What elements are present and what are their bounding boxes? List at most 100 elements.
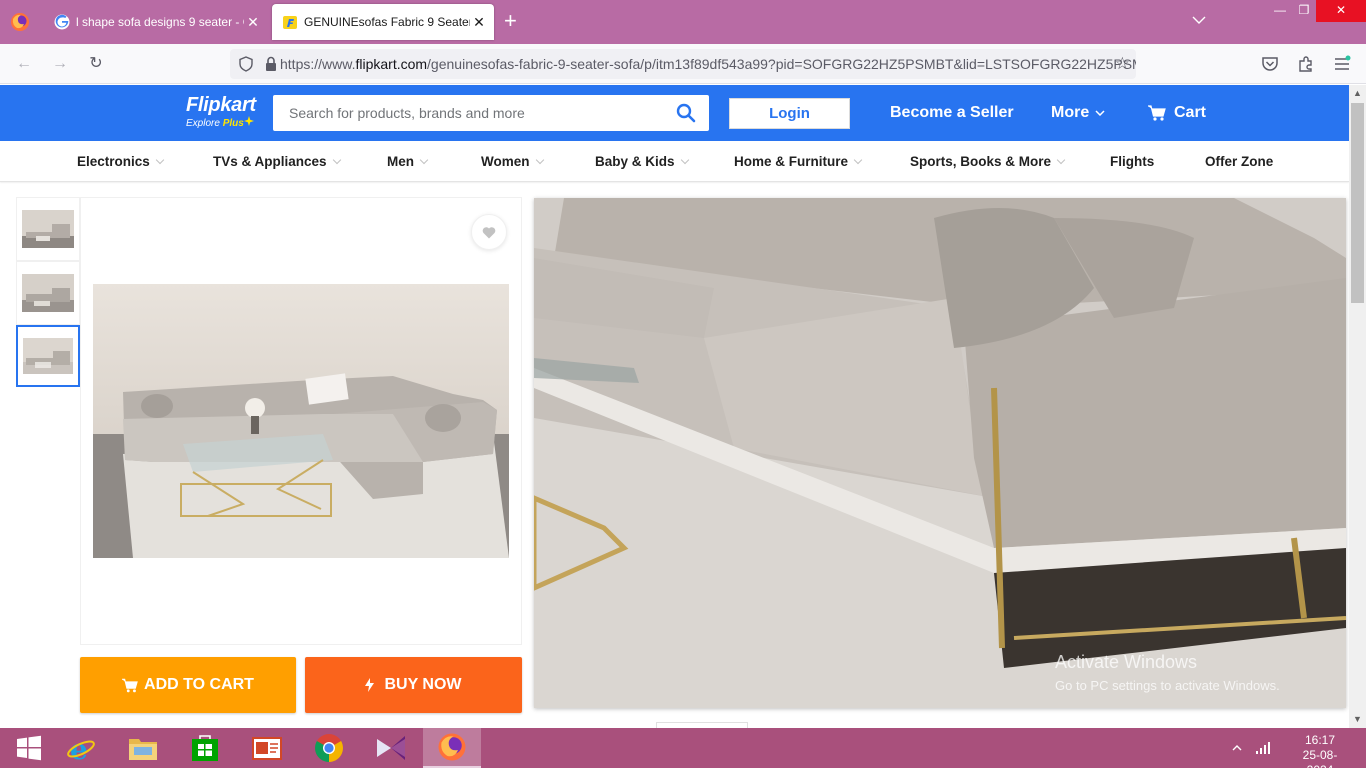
category-label: Sports, Books & More — [910, 154, 1052, 169]
firefox-icon — [438, 733, 466, 761]
url-path: /genuinesofas-fabric-9-seater-sofa/p/itm… — [427, 56, 1136, 72]
category-home-furniture[interactable]: Home & Furniture — [734, 154, 863, 169]
thumbnail-3[interactable] — [16, 325, 80, 387]
system-clock[interactable]: 16:17 25-08-2024 — [1290, 733, 1350, 778]
taskbar-internet-explorer[interactable]: e — [52, 728, 110, 768]
network-signal-icon[interactable] — [1255, 728, 1271, 768]
logo-tag-plus: Plus — [222, 118, 244, 129]
category-label: Baby & Kids — [595, 154, 675, 169]
category-flights[interactable]: Flights — [1110, 154, 1154, 169]
reload-icon[interactable]: ↻ — [86, 54, 106, 74]
scrollbar-thumb[interactable] — [1351, 103, 1364, 303]
category-sports-books[interactable]: Sports, Books & More — [910, 154, 1066, 169]
chevron-down-icon — [535, 155, 544, 164]
thumbnail-2[interactable] — [16, 261, 80, 325]
store-icon — [192, 735, 218, 761]
clock-date: 25-08-2024 — [1302, 748, 1338, 777]
search-input[interactable] — [273, 95, 663, 131]
watermark-title: Activate Windows — [1055, 652, 1198, 672]
tab-title: l shape sofa designs 9 seater - G — [76, 15, 244, 29]
flipkart-icon — [283, 16, 297, 29]
forward-icon[interactable]: → — [50, 54, 70, 74]
clock-time: 16:17 — [1304, 733, 1336, 747]
category-electronics[interactable]: Electronics — [77, 154, 165, 169]
app-menu-icon[interactable] — [1333, 55, 1351, 73]
list-all-tabs-icon[interactable] — [1192, 12, 1206, 28]
google-icon — [54, 14, 70, 30]
tab-google-search[interactable]: l shape sofa designs 9 seater - G ✕ — [44, 4, 268, 40]
tab-close-icon[interactable]: ✕ — [470, 14, 488, 31]
cart-icon — [122, 678, 138, 693]
chevron-down-icon — [332, 155, 341, 164]
browser-navigation-bar: ← → ↻ https://www.flipkart.com/genuineso… — [0, 44, 1366, 84]
category-label: TVs & Appliances — [213, 154, 327, 169]
taskbar-chrome[interactable] — [300, 728, 358, 768]
tray-overflow-icon[interactable] — [1232, 728, 1242, 768]
category-menu: Electronics TVs & Appliances Men Women B… — [0, 141, 1349, 182]
url-domain: flipkart.com — [355, 56, 428, 72]
tab-flipkart-product[interactable]: GENUINEsofas Fabric 9 Seater Sofa ✕ — [272, 4, 494, 40]
category-women[interactable]: Women — [481, 154, 544, 169]
tab-title: GENUINEsofas Fabric 9 Seater Sofa — [304, 15, 470, 29]
cart-icon — [1148, 105, 1166, 121]
chevron-down-icon — [1095, 110, 1105, 116]
taskbar-store[interactable] — [176, 728, 234, 768]
buy-now-label: BUY NOW — [384, 676, 462, 693]
chevron-down-icon — [155, 155, 165, 164]
search-icon[interactable] — [663, 103, 709, 123]
windows-activation-watermark: Activate Windows Go to PC settings to ac… — [1055, 652, 1280, 693]
taskbar-firefox[interactable] — [423, 728, 481, 768]
product-main-image[interactable] — [93, 284, 509, 558]
start-button[interactable] — [0, 728, 58, 768]
extensions-icon[interactable] — [1297, 55, 1315, 73]
become-seller-link[interactable]: Become a Seller — [890, 104, 1014, 122]
tracking-shield-icon[interactable] — [238, 56, 254, 72]
url-text[interactable]: https://www.flipkart.com/genuinesofas-fa… — [280, 56, 1136, 72]
logo-name: Flipkart — [186, 94, 256, 116]
lock-icon[interactable] — [264, 56, 278, 72]
close-window-icon[interactable]: ✕ — [1316, 0, 1366, 22]
cart-link[interactable]: Cart — [1148, 104, 1206, 122]
scroll-up-icon[interactable]: ▲ — [1349, 85, 1366, 102]
taskbar-visual-studio[interactable] — [362, 728, 420, 768]
address-bar[interactable]: https://www.flipkart.com/genuinesofas-fa… — [230, 49, 1136, 79]
logo-tagline: Explore Plus — [186, 116, 256, 129]
folder-icon — [129, 739, 157, 760]
visual-studio-icon — [377, 736, 405, 760]
logo-tag-explore: Explore — [186, 118, 223, 129]
scroll-down-icon[interactable]: ▼ — [1349, 711, 1366, 728]
category-label: Flights — [1110, 154, 1155, 169]
login-button[interactable]: Login — [729, 98, 850, 129]
taskbar-presentation-app[interactable] — [238, 728, 296, 768]
chevron-down-icon — [1056, 155, 1066, 164]
flipkart-header: Flipkart Explore Plus Login Become a Sel… — [0, 85, 1349, 141]
category-label: Men — [387, 154, 414, 169]
pocket-icon[interactable] — [1261, 55, 1279, 73]
cart-label: Cart — [1174, 104, 1207, 121]
more-menu[interactable]: More — [1051, 104, 1105, 122]
bookmark-star-icon[interactable]: ☆ — [1115, 54, 1130, 74]
wishlist-heart-icon[interactable] — [471, 214, 507, 250]
tab-close-icon[interactable]: ✕ — [244, 14, 262, 31]
back-icon[interactable]: ← — [14, 54, 34, 74]
chevron-down-icon — [419, 155, 429, 164]
chevron-down-icon — [680, 155, 689, 164]
category-baby-kids[interactable]: Baby & Kids — [595, 154, 689, 169]
taskbar-file-explorer[interactable] — [114, 728, 172, 768]
page-scrollbar[interactable]: ▲ ▼ — [1349, 85, 1366, 728]
watermark-subtitle: Go to PC settings to activate Windows. — [1055, 678, 1280, 693]
add-to-cart-label: ADD TO CART — [144, 676, 254, 693]
new-tab-icon[interactable]: + — [504, 10, 517, 32]
zoomed-sofa-image — [534, 198, 1346, 708]
add-to-cart-button[interactable]: ADD TO CART — [80, 657, 296, 713]
category-men[interactable]: Men — [387, 154, 429, 169]
restore-icon[interactable]: ❐ — [1290, 0, 1318, 22]
windows-taskbar: e 16:17 25-08-2024 — [0, 728, 1366, 777]
lightning-icon — [365, 678, 375, 692]
category-offer-zone[interactable]: Offer Zone — [1205, 154, 1273, 169]
firefox-menu-icon[interactable] — [10, 12, 30, 32]
category-tvs-appliances[interactable]: TVs & Appliances — [213, 154, 341, 169]
flipkart-logo[interactable]: Flipkart Explore Plus — [186, 94, 256, 129]
buy-now-button[interactable]: BUY NOW — [305, 657, 522, 713]
thumbnail-1[interactable] — [16, 197, 80, 261]
